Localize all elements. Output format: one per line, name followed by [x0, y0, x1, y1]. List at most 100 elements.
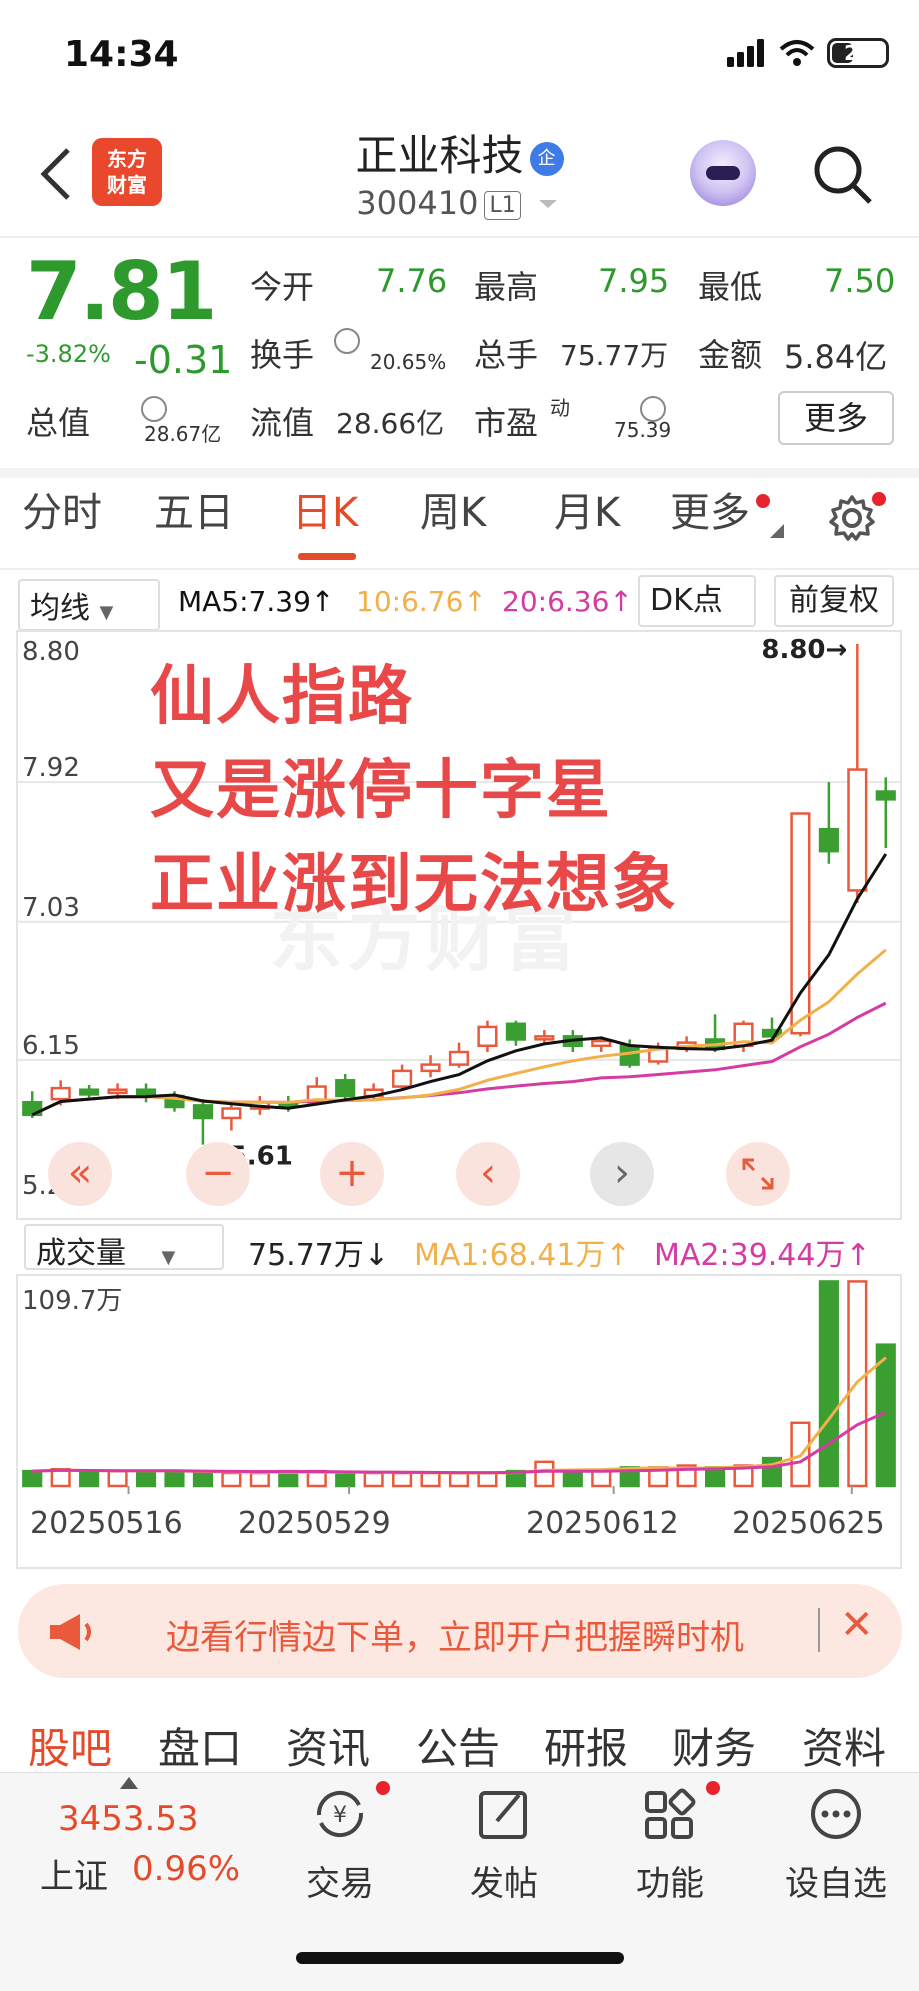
section-divider	[0, 468, 919, 478]
mktcap-value: 28.67亿	[144, 422, 222, 446]
fast-back-button[interactable]: «	[48, 1142, 112, 1206]
more-info-icon[interactable]	[334, 328, 360, 354]
volume-max-label: 109.7万	[22, 1286, 123, 1316]
dk-point-button[interactable]: DK点	[638, 575, 756, 627]
tab-weekly-k[interactable]: 周K	[420, 480, 486, 538]
signal-icon	[727, 39, 764, 67]
high-label: 最高	[474, 268, 539, 306]
volume-value: 75.77万	[560, 339, 669, 372]
ma20-value: 20:6.36↑	[502, 585, 633, 618]
volume-bar	[107, 1469, 128, 1488]
prev-button[interactable]: ‹	[456, 1142, 520, 1206]
tab-pankou[interactable]: 盘口	[158, 1715, 242, 1776]
tab-announcements[interactable]: 公告	[416, 1715, 500, 1776]
volume-bar	[420, 1471, 441, 1488]
assistant-robot-icon[interactable]	[690, 140, 756, 206]
index-name: 上证	[40, 1857, 108, 1897]
open-value: 7.76	[376, 262, 448, 300]
volume-indicator-bar: 成交量 ▼ 75.77万↓ MA1:68.41万↑ MA2:39.44万↑	[0, 1220, 919, 1276]
indicator-select[interactable]: 均线 ▼	[18, 579, 160, 631]
tab-daily-k[interactable]: 日K	[292, 480, 358, 538]
tab-monthly-k[interactable]: 月K	[554, 480, 620, 538]
tab-research[interactable]: 研报	[544, 1715, 628, 1776]
stock-code-row[interactable]: 300410 L1	[0, 184, 919, 222]
volume-ma1: MA1:68.41万↑	[414, 1238, 631, 1273]
notification-dot	[376, 1781, 390, 1795]
candle-body	[420, 1063, 441, 1073]
turnover-label: 换手	[250, 336, 315, 374]
divider	[0, 568, 919, 570]
amount-value: 5.84亿	[784, 338, 888, 376]
zoom-in-button[interactable]: +	[320, 1142, 384, 1206]
next-button[interactable]: ›	[590, 1142, 654, 1206]
tab-finance[interactable]: 财务	[672, 1715, 756, 1776]
stock-code: 300410	[356, 184, 479, 222]
info-tabs: 股吧 盘口 资讯 公告 研报 财务 资料	[0, 1715, 919, 1775]
fullscreen-button[interactable]	[726, 1142, 790, 1206]
candle-body	[79, 1088, 100, 1096]
volume-bar	[818, 1280, 839, 1488]
index-value[interactable]: 3453.53	[58, 1799, 199, 1839]
date-axis: 20250516 20250529 20250612 20250625	[16, 1500, 902, 1560]
level-badge: L1	[484, 190, 521, 220]
tab-intraday[interactable]: 分时	[22, 480, 102, 538]
y-tick-label: 8.80	[22, 637, 80, 667]
add-watchlist-button[interactable]: 设自选	[776, 1773, 896, 1905]
post-button[interactable]: 发帖	[444, 1773, 564, 1905]
tab-profile[interactable]: 资料	[802, 1715, 886, 1776]
volume-bar	[335, 1471, 356, 1488]
banner-separator	[818, 1608, 820, 1652]
adjust-button[interactable]: 前复权	[774, 575, 894, 627]
tab-more[interactable]: 更多	[670, 480, 750, 538]
pe-superscript: 动	[550, 396, 570, 420]
volume-bar	[164, 1469, 185, 1488]
high-value: 7.95	[598, 262, 670, 300]
index-percent: 0.96%	[132, 1849, 241, 1889]
chart-overlay-text: 仙人指路 又是涨停十字星 正业涨到无法想象	[150, 650, 678, 932]
notification-dot	[706, 1781, 720, 1795]
volume-bar	[591, 1469, 612, 1488]
function-label: 功能	[636, 1864, 704, 1904]
status-icons: 27	[727, 38, 889, 68]
zoom-out-button[interactable]: −	[186, 1142, 250, 1206]
volume-ma1-line	[32, 1356, 887, 1475]
date-tick: 20250529	[238, 1506, 391, 1541]
volume-ma2-line	[32, 1410, 887, 1475]
edit-icon	[479, 1791, 527, 1839]
volume-bar	[22, 1469, 43, 1488]
volume-bar	[192, 1471, 214, 1488]
candle-body	[335, 1079, 356, 1098]
active-tab-indicator	[298, 553, 356, 560]
status-time: 14:34	[64, 34, 179, 75]
close-icon[interactable]: ✕	[840, 1602, 874, 1648]
tab-5day[interactable]: 五日	[154, 480, 234, 538]
settings-gear-icon[interactable]	[828, 494, 876, 542]
plus-icon: +	[335, 1150, 369, 1196]
search-icon[interactable]	[812, 144, 874, 206]
ma5-value: MA5:7.39↑	[178, 585, 335, 618]
volume-indicator-select[interactable]: 成交量 ▼	[24, 1224, 224, 1271]
volume-bar	[249, 1471, 270, 1488]
candle-body	[50, 1086, 71, 1101]
volume-bar	[79, 1469, 100, 1488]
volume-bar	[135, 1469, 157, 1488]
tab-guba[interactable]: 股吧	[28, 1715, 112, 1776]
candle-body	[221, 1107, 242, 1120]
stock-title: 正业科技企	[0, 122, 919, 183]
overlay-line-1: 仙人指路	[150, 660, 414, 734]
candle-body	[875, 790, 896, 801]
high-annotation: 8.80→	[761, 635, 847, 665]
more-button[interactable]: 更多	[778, 391, 894, 445]
y-tick-label: 7.03	[22, 893, 80, 923]
current-price: 7.81	[26, 245, 217, 338]
candle-body	[448, 1050, 470, 1066]
volume-current: 75.77万↓	[248, 1238, 390, 1273]
battery-icon: 27	[827, 38, 889, 68]
tab-news[interactable]: 资讯	[286, 1715, 370, 1776]
post-label: 发帖	[470, 1864, 538, 1904]
minus-icon: −	[201, 1150, 235, 1196]
volume-bar	[392, 1471, 413, 1488]
open-account-banner[interactable]: 边看行情边下单，立即开户把握瞬时机 ✕	[18, 1584, 902, 1678]
y-tick-label: 6.15	[22, 1031, 80, 1061]
dropdown-icon	[538, 200, 557, 208]
